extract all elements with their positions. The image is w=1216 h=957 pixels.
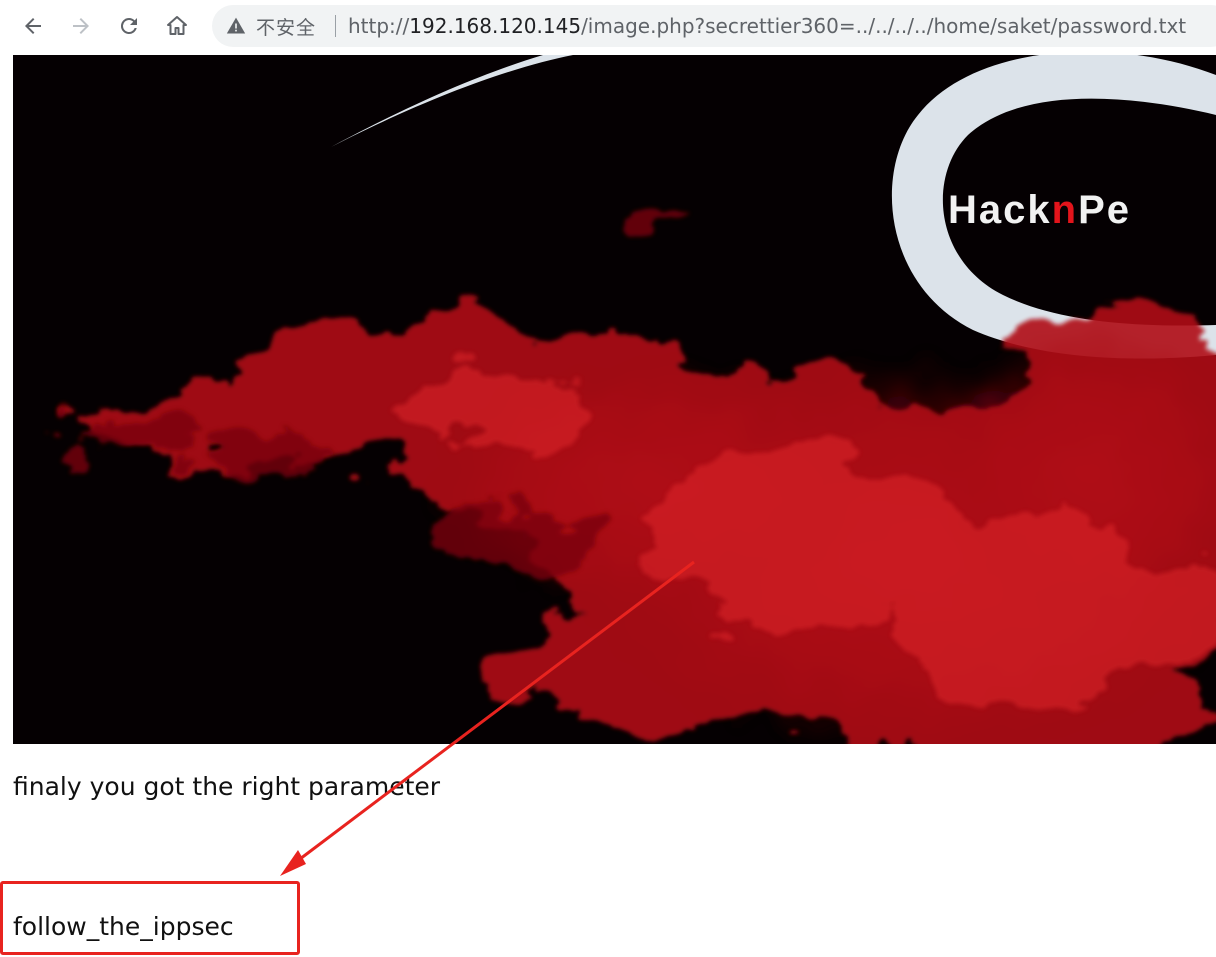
back-button[interactable] (15, 8, 51, 44)
arrow-right-icon (73, 18, 89, 34)
reload-button[interactable] (111, 8, 147, 44)
address-bar[interactable]: 不安全 http://192.168.120.145/image.php?sec… (212, 5, 1216, 47)
omnibox-divider (335, 15, 336, 37)
home-button[interactable] (159, 8, 195, 44)
url-host: 192.168.120.145 (409, 14, 582, 38)
home-icon (167, 16, 187, 35)
security-label: 不安全 (256, 16, 317, 39)
forward-button[interactable] (63, 8, 99, 44)
url-text[interactable]: http://192.168.120.145/image.php?secrett… (348, 5, 1186, 47)
url-path: /image.php?secrettier360=../../../../hom… (581, 14, 1187, 38)
arrow-left-icon (25, 18, 41, 34)
success-message: finaly you got the right parameter (13, 772, 441, 801)
url-prefix: http:// (348, 14, 410, 38)
warning-triangle-icon (226, 17, 246, 34)
browser-toolbar: 不安全 http://192.168.120.145/image.php?sec… (0, 0, 1216, 52)
annotation-highlight-box (0, 881, 300, 955)
banner-logo-text: HacknPe (948, 188, 1131, 232)
reload-icon (120, 17, 137, 34)
security-indicator[interactable]: 不安全 (226, 5, 316, 47)
hacknpentest-banner-image: HacknPe (13, 55, 1216, 744)
